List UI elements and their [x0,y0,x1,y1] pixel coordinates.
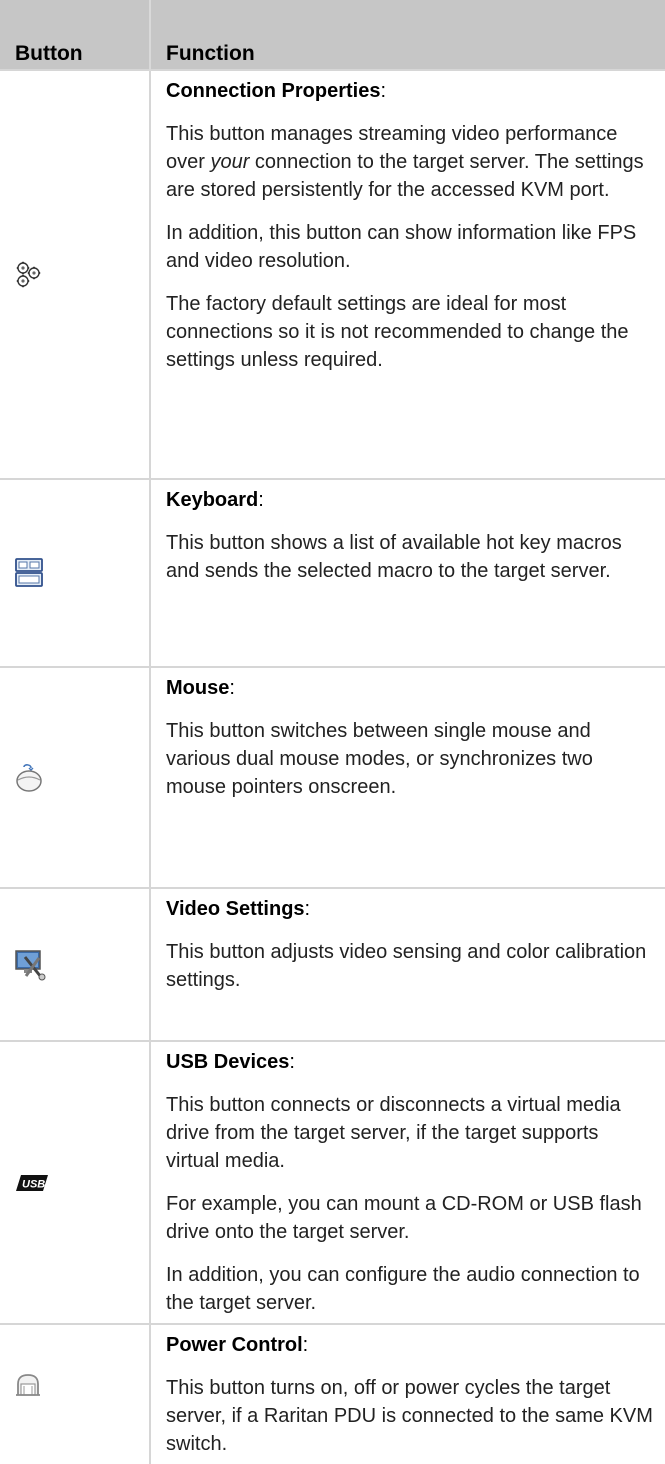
function-title: Keyboard: [166,489,264,511]
function-title: Video Settings: [166,898,311,920]
function-cell: Keyboard: This button shows a list of av… [150,478,665,667]
power-control-icon [15,1373,41,1399]
function-description: This button shows a list of available ho… [166,532,622,582]
header-button: Button [0,0,151,70]
header-function: Function [150,0,665,70]
function-description: This button switches between single mous… [166,720,593,798]
mouse-icon [15,763,43,793]
function-description: This button adjusts video sensing and co… [166,941,647,991]
connection-properties-gears-icon [15,261,43,289]
table-row: Connection Properties: This button manag… [0,69,665,479]
button-cell [0,478,151,667]
table-header-row: Button Function [0,0,665,70]
function-cell: Mouse: This button switches between sing… [150,666,665,888]
table-row: Keyboard: This button shows a list of av… [0,478,665,667]
button-cell [0,1323,151,1464]
function-title: Power Control: [166,1334,309,1356]
function-title: Mouse: [166,677,235,699]
function-cell: Connection Properties: This button manag… [150,69,665,479]
function-title: Connection Properties: [166,80,387,102]
usb-icon: USB [15,1173,49,1193]
table-row: Video Settings: This button adjusts vide… [0,887,665,1041]
button-cell: USB [0,1040,151,1324]
keyboard-icon [15,558,43,588]
function-description: In addition, you can configure the audio… [166,1264,640,1314]
button-cell [0,887,151,1041]
function-title: USB Devices: [166,1051,295,1073]
function-description: The factory default settings are ideal f… [166,293,629,371]
function-description: This button turns on, off or power cycle… [166,1377,653,1455]
button-cell [0,666,151,888]
video-settings-monitor-tools-icon [15,949,47,981]
function-description: For example, you can mount a CD-ROM or U… [166,1193,642,1243]
function-cell: Power Control: This button turns on, off… [150,1323,665,1464]
function-description: In addition, this button can show inform… [166,222,637,272]
svg-text:USB: USB [22,1178,45,1190]
function-cell: Video Settings: This button adjusts vide… [150,887,665,1041]
button-function-table: Button Function Connection Properties: T… [0,0,665,1464]
function-cell: USB Devices: This button connects or dis… [150,1040,665,1324]
button-cell [0,69,151,479]
function-description: This button connects or disconnects a vi… [166,1094,621,1172]
table-row: Power Control: This button turns on, off… [0,1323,665,1464]
function-description: This button manages streaming video perf… [166,123,644,201]
table-row: USB USB Devices: This button connects or… [0,1040,665,1324]
table-row: Mouse: This button switches between sing… [0,666,665,888]
